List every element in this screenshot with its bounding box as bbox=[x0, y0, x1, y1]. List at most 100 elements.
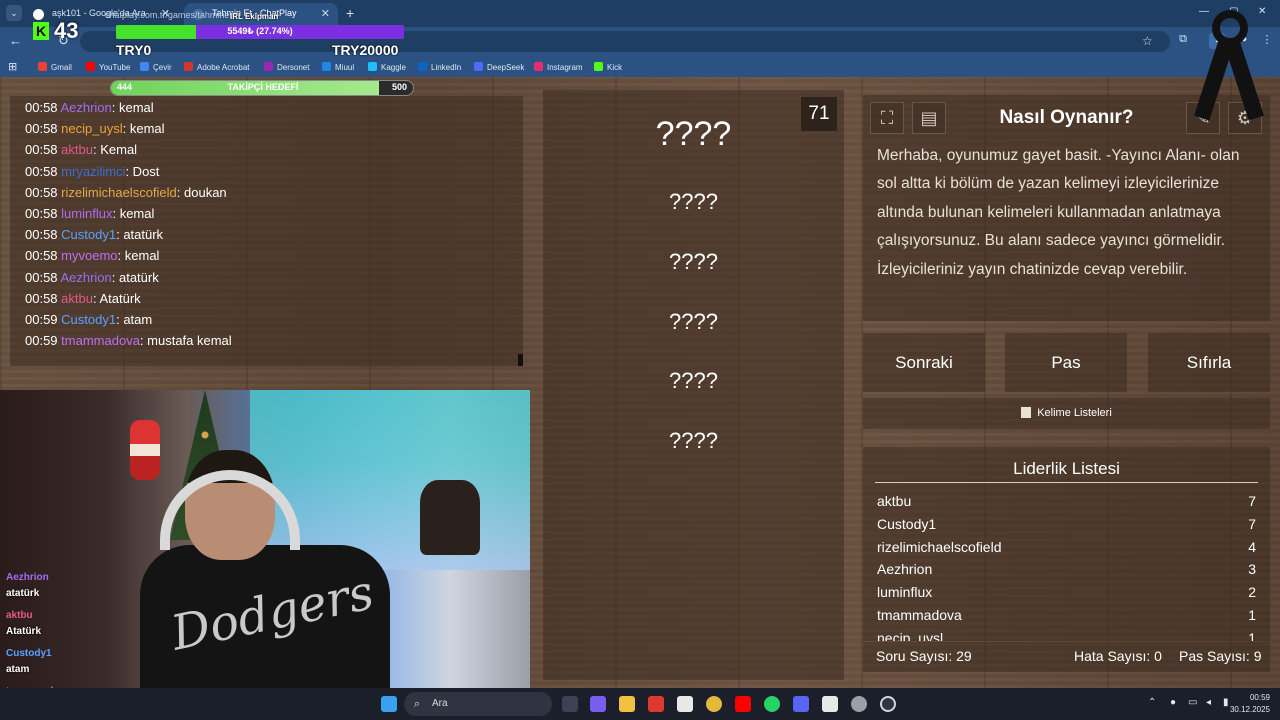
copilot-icon[interactable] bbox=[590, 696, 606, 712]
app-icon[interactable] bbox=[648, 696, 664, 712]
tray-chevron-icon[interactable]: ⌃ bbox=[1148, 697, 1156, 708]
chat-message: 00:58 necip_uysl: kemal bbox=[10, 118, 523, 139]
chat-username[interactable]: necip_uysl bbox=[61, 121, 122, 136]
forbidden-word: ???? bbox=[669, 368, 718, 393]
chat-username[interactable]: Aezhrion bbox=[60, 100, 111, 115]
bookmark-label: Gmail bbox=[51, 63, 72, 72]
chat-username[interactable]: Custody1 bbox=[61, 312, 116, 327]
chat-time: 00:58 bbox=[25, 227, 58, 243]
bookmark-favicon-icon bbox=[184, 62, 193, 71]
date: 30.12.2025 bbox=[1229, 705, 1270, 714]
fullscreen-icon[interactable]: ⛶ bbox=[870, 102, 904, 134]
reset-button[interactable]: Sıfırla bbox=[1148, 333, 1270, 392]
bookmark-favicon-icon bbox=[534, 62, 543, 71]
bookmark-instagram[interactable]: Instagram bbox=[534, 62, 583, 72]
word-lists-button[interactable]: Kelime Listeleri bbox=[863, 398, 1270, 429]
chat-message: 00:58 Aezhrion: kemal bbox=[10, 97, 523, 118]
bookmark-youtube[interactable]: YouTube bbox=[86, 62, 130, 72]
bookmark-deepseek[interactable]: DeepSeek bbox=[474, 62, 524, 72]
obs-icon[interactable] bbox=[880, 696, 896, 712]
volume-icon[interactable]: ◂ bbox=[1206, 697, 1211, 708]
taskbar-search[interactable]: ⌕ Ara bbox=[404, 692, 552, 716]
bookmark-favicon-icon bbox=[264, 62, 273, 71]
chat-text: : kemal bbox=[117, 248, 160, 264]
windows-start-icon[interactable] bbox=[381, 696, 397, 712]
forbidden-word: ???? bbox=[669, 309, 718, 334]
bookmark-star-icon[interactable]: ☆ bbox=[1142, 34, 1153, 48]
chat-time: 00:58 bbox=[25, 205, 58, 221]
tab-search-icon[interactable]: ⌄ bbox=[6, 5, 22, 21]
bookmark-linkedin[interactable]: LinkedIn bbox=[418, 62, 461, 72]
chat-username[interactable]: tmammadova bbox=[61, 333, 140, 348]
bookmark-miuul[interactable]: Miuul bbox=[322, 62, 354, 72]
reindeer-figure-image bbox=[420, 480, 480, 555]
chat-scrollbar[interactable] bbox=[518, 354, 523, 366]
leaderboard-row: rizelimichaelscofield 4 bbox=[877, 539, 1256, 561]
youtube-icon[interactable] bbox=[735, 696, 751, 712]
chat-message: 00:58 aktbu: Atatürk bbox=[10, 288, 523, 309]
task-view-icon[interactable] bbox=[562, 696, 578, 712]
leaderboard-name: aktbu bbox=[877, 493, 912, 509]
discord-icon[interactable] bbox=[793, 696, 809, 712]
chat-username[interactable]: Aezhrion bbox=[60, 270, 111, 285]
how-to-play-text: Merhaba, oyunumuz gayet basit. -Yayıncı … bbox=[877, 147, 1240, 278]
chat-username[interactable]: aktbu bbox=[61, 142, 93, 157]
chat-message: 00:58 Aezhrion: atatürk bbox=[10, 267, 523, 288]
apps-grid-icon[interactable]: ⊞ bbox=[8, 60, 17, 73]
overlay-chat-username: Custody1 bbox=[6, 648, 52, 659]
chat-username[interactable]: luminflux bbox=[61, 206, 112, 221]
chat-message: 00:58 aktbu: Kemal bbox=[10, 139, 523, 160]
clock[interactable]: 00:59 30.12.2025 bbox=[1230, 692, 1270, 716]
capcut-icon[interactable] bbox=[822, 696, 838, 712]
bookmark-dersonet[interactable]: Dersonet bbox=[264, 62, 309, 72]
settings-app-icon[interactable] bbox=[851, 696, 867, 712]
microphone-icon[interactable]: ● bbox=[1170, 697, 1176, 708]
chrome-icon[interactable] bbox=[706, 696, 722, 712]
chat-text: : Kemal bbox=[92, 142, 138, 158]
chat-text: : Atatürk bbox=[92, 290, 141, 306]
chat-text: : mustafa kemal bbox=[139, 333, 232, 349]
new-tab-button[interactable]: + bbox=[346, 5, 354, 21]
battery-icon[interactable]: ▮ bbox=[1223, 697, 1229, 708]
bookmark-kick[interactable]: Kick bbox=[594, 62, 622, 72]
back-icon[interactable]: ← bbox=[9, 33, 22, 48]
next-button[interactable]: Sonraki bbox=[863, 333, 985, 392]
store-icon[interactable] bbox=[677, 696, 693, 712]
chat-username[interactable]: myvoemo bbox=[61, 248, 117, 263]
chat-username[interactable]: rizelimichaelscofield bbox=[61, 185, 177, 200]
close-tab-icon[interactable]: ✕ bbox=[321, 7, 330, 20]
taskbar bbox=[0, 688, 1280, 720]
search-placeholder: Ara bbox=[432, 698, 448, 709]
bookmark-kaggle[interactable]: Kaggle bbox=[368, 62, 406, 72]
leaderboard-row: Custody1 7 bbox=[877, 516, 1256, 538]
file-explorer-icon[interactable] bbox=[619, 696, 635, 712]
extensions-icon[interactable]: ⧉ bbox=[1175, 33, 1191, 49]
overlay-chat-text: Atatürk bbox=[6, 626, 42, 637]
bookmark-adobe-acrobat[interactable]: Adobe Acrobat bbox=[184, 62, 249, 72]
chat-panel: 00:58 Aezhrion: kemal 00:58 necip_uysl: k… bbox=[10, 96, 523, 366]
leaderboard-row: tmammadova 1 bbox=[877, 607, 1256, 629]
leaderboard-panel: Liderlik Listesi aktbu 7 Custody1 7 rizelimi… bbox=[863, 447, 1270, 641]
network-icon[interactable]: ▭ bbox=[1188, 697, 1197, 708]
viewer-count: 43 bbox=[54, 18, 79, 43]
chat-message: 00:59 Custody1: atam bbox=[10, 309, 523, 330]
chat-username[interactable]: mryazilimci bbox=[61, 164, 125, 179]
chat-time: 00:59 bbox=[25, 311, 58, 327]
leaderboard-score: 4 bbox=[1248, 538, 1256, 555]
url-text[interactable]: chatplay.com.tr/games/tahminet bbox=[105, 10, 232, 20]
chat-username[interactable]: aktbu bbox=[61, 291, 93, 306]
chat-time: 00:58 bbox=[25, 290, 58, 306]
bookmark-favicon-icon bbox=[38, 62, 47, 71]
chat-username[interactable]: Custody1 bbox=[61, 227, 116, 242]
chat-text: : kemal bbox=[111, 100, 154, 115]
leaderboard-score: 7 bbox=[1248, 515, 1256, 532]
pass-button[interactable]: Pas bbox=[1005, 333, 1127, 392]
leaderboard-divider bbox=[875, 482, 1258, 483]
chat-text: : kemal bbox=[122, 121, 165, 137]
bookmark-gmail[interactable]: Gmail bbox=[38, 62, 72, 72]
chat-message: 00:58 Custody1: atatürk bbox=[10, 224, 523, 245]
document-icon[interactable]: ▤ bbox=[912, 102, 946, 134]
bookmark-çevir[interactable]: Çevir bbox=[140, 62, 172, 72]
whatsapp-icon[interactable] bbox=[764, 696, 780, 712]
leaderboard-score: 2 bbox=[1248, 584, 1256, 601]
